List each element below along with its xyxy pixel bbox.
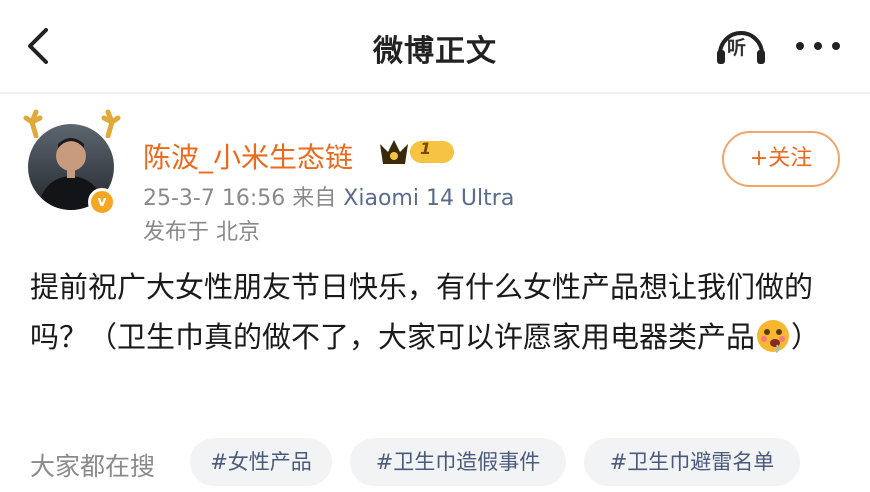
top-nav-bar: 微博正文 听	[0, 0, 870, 94]
post-text-main: 提前祝广大女性朋友节日快乐，有什么女性产品想让我们做的吗？（卫生巾真的做不了，大…	[30, 270, 814, 354]
vip-crown-icon[interactable]	[378, 134, 458, 168]
vip-level-number: 1	[420, 139, 432, 158]
follow-button[interactable]: +关注	[722, 131, 840, 187]
listen-label: 听	[727, 37, 747, 59]
author-avatar[interactable]: v	[22, 108, 122, 218]
author-name[interactable]: 陈波_小米生态链	[143, 136, 353, 176]
post-location: 发布于 北京	[143, 220, 260, 245]
verified-badge-icon: v	[88, 188, 116, 216]
trending-search-label: 大家都在搜	[30, 452, 156, 481]
post-meta: 25-3-7 16:56 来自 Xiaomi 14 Ultra	[143, 180, 514, 212]
trending-tag[interactable]: #卫生巾避雷名单	[584, 438, 800, 486]
source-prefix: 来自	[292, 186, 337, 211]
drooling-face-emoji-icon	[757, 320, 790, 353]
post-source[interactable]: Xiaomi 14 Ultra	[343, 186, 514, 211]
post-time: 25-3-7 16:56	[143, 186, 286, 211]
post-text: 提前祝广大女性朋友节日快乐，有什么女性产品想让我们做的吗？（卫生巾真的做不了，大…	[30, 262, 850, 362]
more-options-button[interactable]	[792, 34, 844, 58]
trending-tag[interactable]: #女性产品	[190, 438, 332, 486]
more-dots-icon	[796, 42, 840, 50]
post-text-close: ）	[791, 320, 821, 354]
listen-button[interactable]: 听	[714, 24, 768, 68]
trending-tag[interactable]: #卫生巾造假事件	[350, 438, 566, 486]
